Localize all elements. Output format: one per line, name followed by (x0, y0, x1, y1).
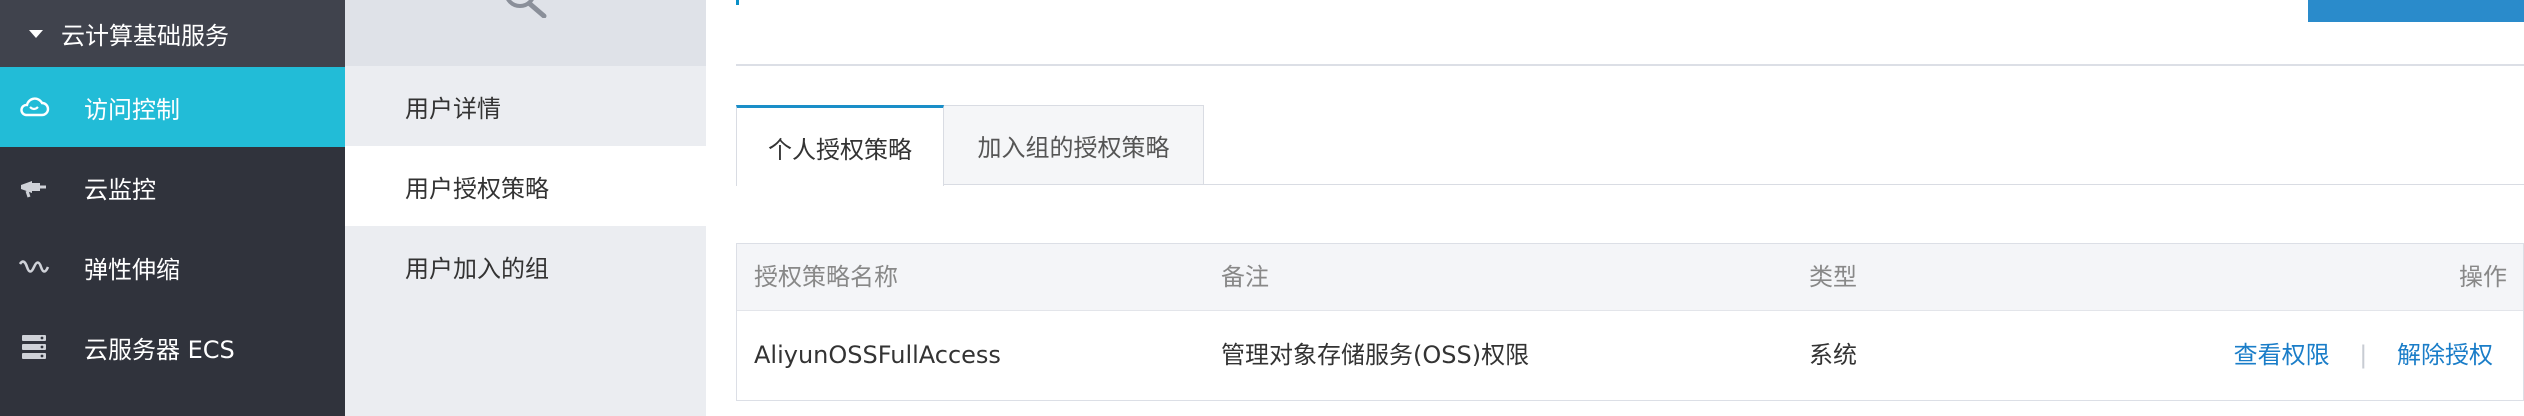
actions-cell: 查看权限 | 解除授权 (2234, 311, 2493, 400)
sidebar-item-label: 弹性伸缩 (84, 255, 180, 284)
view-permissions-link[interactable]: 查看权限 (2234, 341, 2330, 369)
policy-note-cell: 管理对象存储服务(OSS)权限 (1221, 341, 1530, 369)
column-header-note: 备注 (1221, 263, 1269, 291)
submenu-header (345, 0, 706, 66)
submenu-item-user-groups[interactable]: 用户加入的组 (345, 226, 706, 306)
tab-group-policies[interactable]: 加入组的授权策略 (944, 105, 1204, 185)
main-content: 个人授权策略 加入组的授权策略 授权策略名称 备注 类型 操作 AliyunOS… (706, 0, 2524, 416)
caret-down-icon (29, 29, 43, 38)
policy-tabs: 个人授权策略 加入组的授权策略 (736, 105, 2524, 186)
action-separator: | (2359, 341, 2368, 369)
sidebar: 云计算基础服务 访问控制 云监控 弹性伸缩 云服务器 ECS (0, 0, 345, 416)
monitor-icon (21, 181, 46, 198)
sidebar-item-label: 访问控制 (84, 95, 180, 124)
tab-personal-policies[interactable]: 个人授权策略 (736, 105, 944, 186)
table-row: AliyunOSSFullAccess 管理对象存储服务(OSS)权限 系统 查… (737, 311, 2523, 400)
table-header: 授权策略名称 备注 类型 操作 (737, 244, 2523, 311)
sidebar-item-ecs[interactable]: 云服务器 ECS (0, 307, 345, 387)
policy-table: 授权策略名称 备注 类型 操作 AliyunOSSFullAccess 管理对象… (736, 243, 2524, 401)
policy-type-cell: 系统 (1809, 341, 1857, 369)
revoke-authorization-link[interactable]: 解除授权 (2397, 341, 2493, 369)
page-title-accent (736, 0, 739, 5)
column-header-policy-name: 授权策略名称 (754, 263, 898, 291)
policy-name-cell: AliyunOSSFullAccess (754, 341, 1001, 369)
submenu-item-label: 用户详情 (405, 94, 501, 123)
sidebar-group-header[interactable]: 云计算基础服务 (0, 0, 345, 67)
sidebar-group-label: 云计算基础服务 (61, 22, 229, 50)
column-header-actions: 操作 (2459, 263, 2507, 291)
sidebar-item-access-control[interactable]: 访问控制 (0, 67, 345, 147)
sidebar-item-label: 云监控 (84, 175, 156, 204)
sidebar-item-cloud-monitor[interactable]: 云监控 (0, 147, 345, 227)
sidebar-item-label: 云服务器 ECS (84, 335, 235, 364)
secondary-menu: 用户详情 用户授权策略 用户加入的组 (345, 0, 706, 416)
column-header-type: 类型 (1809, 263, 1857, 291)
server-icon (22, 335, 46, 359)
submenu-item-label: 用户加入的组 (405, 254, 549, 283)
sidebar-item-auto-scaling[interactable]: 弹性伸缩 (0, 227, 345, 307)
cloud-icon (20, 97, 50, 117)
top-action-button[interactable] (2308, 0, 2524, 22)
submenu-item-user-details[interactable]: 用户详情 (345, 66, 706, 146)
submenu-item-user-policies[interactable]: 用户授权策略 (345, 146, 706, 226)
title-divider (736, 64, 2524, 66)
search-icon[interactable] (500, 0, 554, 18)
submenu-item-label: 用户授权策略 (405, 174, 549, 203)
scaling-icon (18, 260, 50, 273)
